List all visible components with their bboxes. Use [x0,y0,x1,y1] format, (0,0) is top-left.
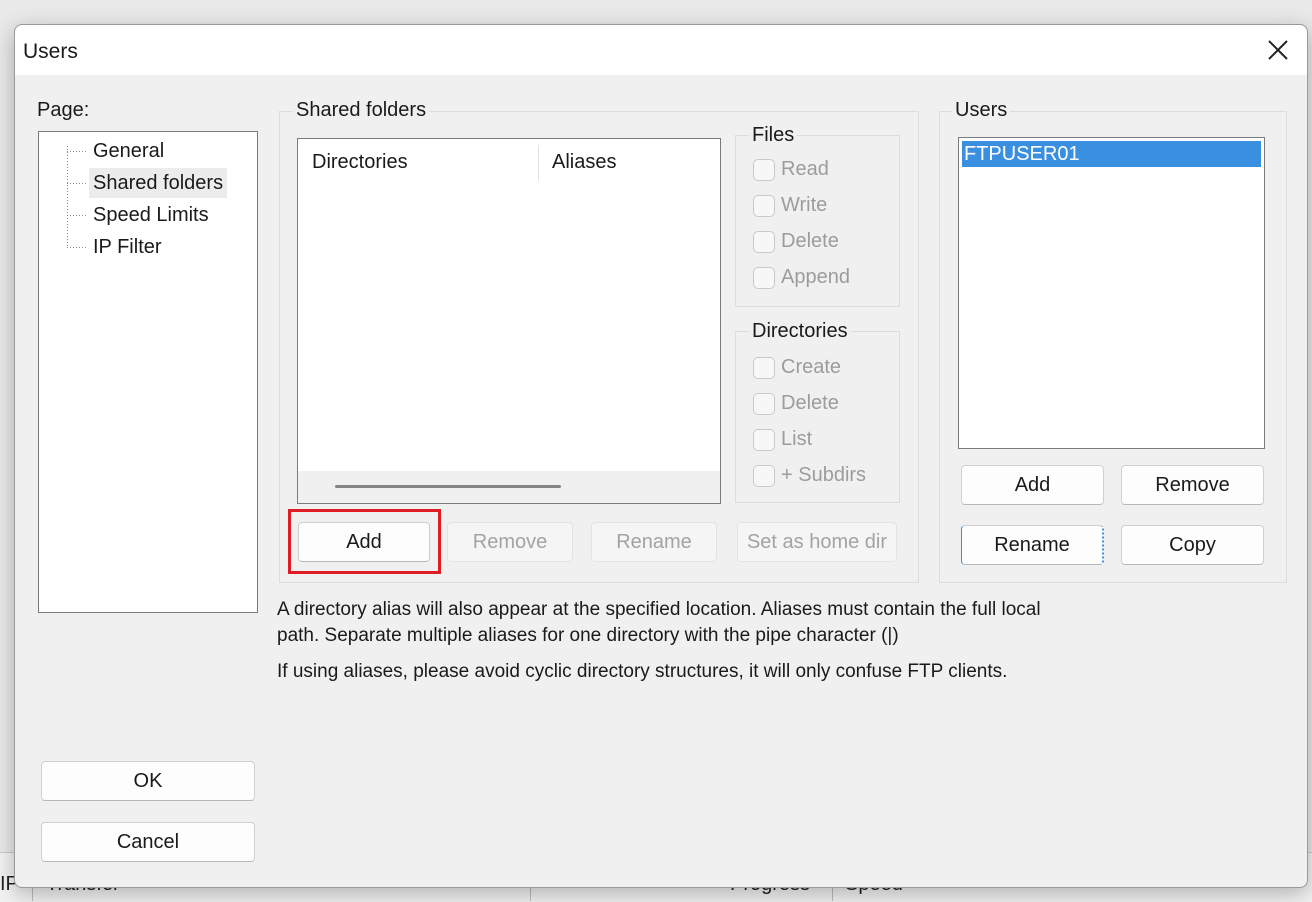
checkbox-box[interactable] [753,230,775,253]
user-item-selected[interactable]: FTPUSER01 [962,141,1261,167]
info-text-line2: path. Separate multiple aliases for one … [277,625,899,646]
checkbox-box[interactable] [753,158,775,181]
column-separator [538,145,539,181]
users-dialog: Users Page: General Shared folders Speed… [14,24,1308,888]
remove-user-button[interactable]: Remove [1121,465,1264,505]
checkbox-label: Create [781,356,842,378]
info-text-line3: If using aliases, please avoid cyclic di… [277,661,1008,682]
tree-item-ip-filter[interactable]: IP Filter [89,232,166,262]
checkbox-box[interactable] [753,392,775,415]
checkbox-box[interactable] [753,464,775,487]
checkbox-label: Read [781,158,829,180]
set-home-dir-button[interactable]: Set as home dir [737,522,897,562]
add-user-button[interactable]: Add [961,465,1104,505]
remove-folder-button[interactable]: Remove [447,522,573,562]
checkbox-append[interactable]: Append [753,266,850,289]
page-label: Page: [37,99,90,121]
shared-folders-title: Shared folders [293,99,430,122]
checkbox-box[interactable] [753,194,775,217]
checkbox-box[interactable] [753,428,775,451]
close-button[interactable] [1257,31,1297,69]
checkbox-write[interactable]: Write [753,194,827,217]
directories-list[interactable]: Directories Aliases [297,138,721,504]
checkbox-subdirs[interactable]: + Subdirs [753,464,866,487]
add-folder-button[interactable]: Add [298,522,430,562]
page-tree: General Shared folders Speed Limits IP F… [38,131,258,613]
copy-user-button[interactable]: Copy [1121,525,1264,565]
checkbox-delete-file[interactable]: Delete [753,230,839,253]
checkbox-delete-dir[interactable]: Delete [753,392,839,415]
files-title: Files [749,124,798,147]
info-text-line1: A directory alias will also appear at th… [277,599,1041,620]
checkbox-read[interactable]: Read [753,158,829,181]
directories-title: Directories [749,320,851,343]
checkbox-list[interactable]: List [753,428,812,451]
checkbox-label: Delete [781,392,839,414]
column-directories[interactable]: Directories [312,139,408,185]
users-list[interactable]: FTPUSER01 [958,137,1265,449]
column-aliases[interactable]: Aliases [552,139,616,185]
close-icon [1268,40,1288,60]
scrollbar-thumb[interactable] [335,485,561,488]
checkbox-box[interactable] [753,266,775,289]
checkbox-label: Write [781,194,828,216]
dialog-title: Users [23,40,78,63]
horizontal-scrollbar[interactable] [298,471,720,503]
title-bar: Users [15,25,1307,75]
rename-user-button[interactable]: Rename [961,525,1104,565]
cancel-button[interactable]: Cancel [41,822,255,862]
checkbox-box[interactable] [753,356,775,379]
checkbox-label: Delete [781,230,839,252]
tree-item-shared-folders[interactable]: Shared folders [89,168,228,198]
checkbox-create[interactable]: Create [753,356,841,379]
checkbox-label: Append [781,266,850,288]
checkbox-label: List [781,428,813,450]
rename-folder-button[interactable]: Rename [591,522,717,562]
ok-button[interactable]: OK [41,761,255,801]
users-title: Users [952,99,1011,122]
tree-item-general[interactable]: General [89,136,168,166]
checkbox-label: + Subdirs [781,464,867,486]
tree-item-speed-limits[interactable]: Speed Limits [89,200,213,230]
